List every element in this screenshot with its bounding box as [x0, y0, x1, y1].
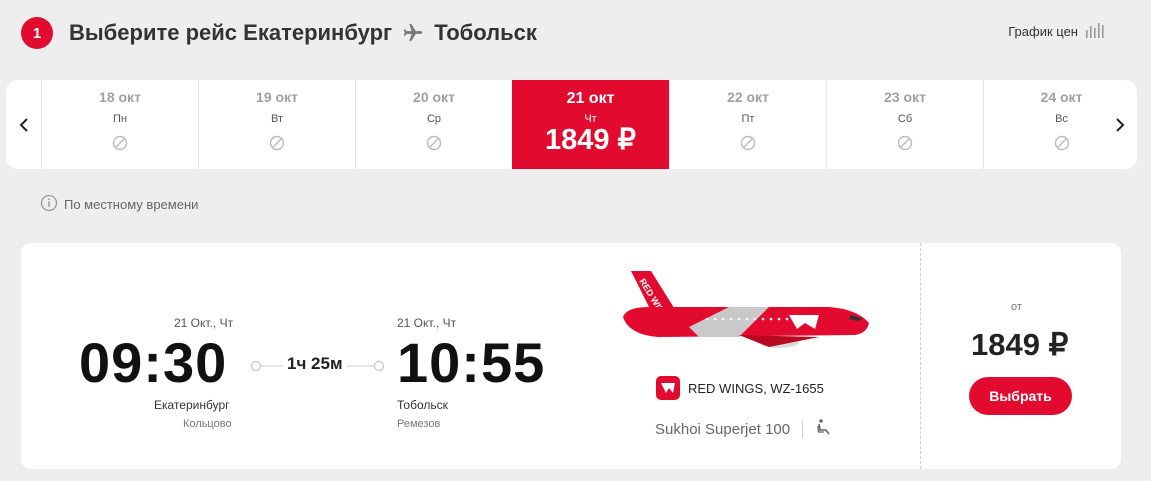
plane-icon [402, 22, 424, 44]
date-label: 20 окт [413, 89, 455, 105]
price-chart-label: График цен [1008, 24, 1078, 39]
no-flights-icon [740, 135, 756, 156]
weekday-label: Ср [426, 113, 442, 125]
title-prefix: Выберите рейс [69, 20, 238, 45]
weekday-label: Пт [741, 113, 755, 125]
arrival-airport: Ремезов [397, 418, 441, 430]
select-flight-button[interactable]: Выбрать [969, 377, 1072, 415]
airline-logo [656, 376, 680, 400]
price-from-label: от [1011, 301, 1022, 313]
flight-card: 21 Окт., Чт 09:30 Екатеринбург Кольцово … [21, 243, 1121, 469]
page-header: 1 Выберите рейс Екатеринбург Тобольск [21, 16, 537, 50]
date-item[interactable]: 22 окт Пт [669, 80, 826, 169]
page-title: Выберите рейс Екатеринбург Тобольск [69, 20, 537, 46]
local-time-label: По местному времени [64, 197, 199, 212]
no-flights-icon [426, 135, 442, 156]
step-badge: 1 [21, 17, 53, 49]
date-label: 24 окт [1040, 89, 1083, 105]
date-strip: 18 окт Пн 19 окт Вт 20 окт Ср 21 окт Чт … [6, 80, 1137, 169]
date-item[interactable]: 20 окт Ср [355, 80, 512, 169]
chevron-left-icon [19, 117, 28, 132]
date-label: 19 окт [256, 89, 298, 105]
aircraft-model: Sukhoi Superjet 100 [655, 420, 791, 438]
info-icon [40, 194, 58, 215]
departure-city: Екатеринбург [154, 398, 230, 412]
date-item-selected[interactable]: 21 окт Чт 1849 ₽ [512, 80, 669, 169]
days-list: 18 окт Пн 19 окт Вт 20 окт Ср 21 окт Чт … [41, 80, 1137, 169]
date-label: 22 окт [727, 89, 769, 105]
flight-duration: 1ч 25м [283, 354, 347, 374]
weekday-label: Вс [1055, 113, 1068, 125]
next-dates-button[interactable] [1102, 80, 1137, 169]
date-item[interactable]: 23 окт Сб [826, 80, 983, 169]
weekday-label: Сб [897, 113, 913, 125]
no-flights-icon [269, 135, 285, 156]
date-item[interactable]: 18 окт Пн [41, 80, 198, 169]
prev-dates-button[interactable] [6, 80, 41, 169]
arrival-time: 10:55 [397, 331, 546, 394]
departure-time: 09:30 [79, 331, 228, 394]
date-label: 18 окт [99, 89, 141, 105]
destination-city: Тобольск [434, 20, 537, 45]
aircraft-image: RED WINGS [623, 271, 869, 348]
aircraft-type: Sukhoi Superjet 100 [655, 418, 833, 440]
bar-chart-icon [1086, 22, 1104, 41]
seat-icon[interactable] [815, 418, 833, 440]
airline-info: RED WINGS, WZ-1655 [656, 376, 824, 400]
weekday-label: Вт [270, 113, 283, 125]
local-time-note: По местному времени [40, 194, 198, 215]
date-label: 21 окт [566, 90, 615, 107]
date-price: 1849 ₽ [544, 124, 637, 156]
no-flights-icon [897, 135, 913, 156]
price-chart-link[interactable]: График цен [1008, 22, 1104, 41]
origin-city: Екатеринбург [243, 20, 393, 45]
departure-date: 21 Окт., Чт [174, 316, 234, 330]
weekday-label: Пн [113, 113, 127, 125]
date-item[interactable]: 19 окт Вт [198, 80, 355, 169]
airline-flight-number: RED WINGS, WZ-1655 [688, 380, 824, 396]
card-divider [920, 243, 921, 469]
arrival-date: 21 Окт., Чт [397, 316, 457, 330]
flight-price: 1849 ₽ [971, 327, 1069, 362]
departure-airport: Кольцово [183, 418, 232, 430]
separator [802, 420, 804, 438]
no-flights-icon [112, 135, 128, 156]
arrival-city: Тобольск [397, 398, 448, 412]
chevron-right-icon [1115, 117, 1124, 132]
date-label: 23 окт [884, 89, 926, 105]
no-flights-icon [1054, 135, 1070, 156]
